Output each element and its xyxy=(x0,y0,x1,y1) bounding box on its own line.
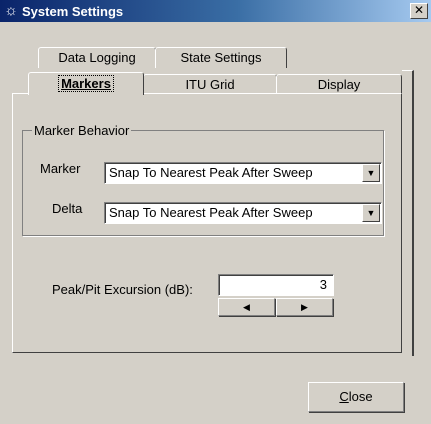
excursion-input[interactable]: 3 xyxy=(218,274,334,296)
marker-select[interactable]: Snap To Nearest Peak After Sweep ▼ xyxy=(104,162,382,184)
tab-markers[interactable]: Markers xyxy=(28,72,144,95)
tab-data-logging[interactable]: Data Logging xyxy=(38,47,156,68)
excursion-label: Peak/Pit Excursion (dB): xyxy=(52,282,193,297)
delta-label: Delta xyxy=(52,201,83,216)
tab-display-label: Display xyxy=(317,77,361,92)
chevron-down-icon[interactable]: ▼ xyxy=(362,204,380,222)
tab-itu-grid-label: ITU Grid xyxy=(185,77,235,92)
marker-label: Marker xyxy=(40,161,81,176)
tab-stack-edge xyxy=(402,70,414,356)
excursion-value: 3 xyxy=(319,277,327,292)
marker-behavior-legend: Marker Behavior xyxy=(32,123,132,138)
delta-select[interactable]: Snap To Nearest Peak After Sweep ▼ xyxy=(104,202,382,224)
tab-display[interactable]: Display xyxy=(276,74,402,95)
tab-state-settings-label: State Settings xyxy=(180,50,262,65)
tab-itu-grid[interactable]: ITU Grid xyxy=(143,74,277,95)
increment-button[interactable]: ▶ xyxy=(276,298,333,316)
marker-select-value: Snap To Nearest Peak After Sweep xyxy=(109,165,313,180)
delta-select-value: Snap To Nearest Peak After Sweep xyxy=(109,205,313,220)
close-button-label: lose xyxy=(348,389,373,404)
arrow-right-icon: ▶ xyxy=(301,302,308,312)
close-button[interactable]: Close xyxy=(308,382,404,412)
decrement-button[interactable]: ◀ xyxy=(218,298,275,316)
tab-data-logging-label: Data Logging xyxy=(58,50,136,65)
title-bar: ☼ System Settings ✕ xyxy=(0,0,431,22)
close-button-mnemonic: C xyxy=(339,389,349,404)
window-title: System Settings xyxy=(22,4,124,19)
arrow-left-icon: ◀ xyxy=(243,302,250,312)
sun-gear-icon: ☼ xyxy=(4,2,18,19)
tab-markers-label: Markers xyxy=(58,75,114,92)
tab-state-settings[interactable]: State Settings xyxy=(155,47,287,68)
chevron-down-icon[interactable]: ▼ xyxy=(362,164,380,182)
window-close-button[interactable]: ✕ xyxy=(410,3,428,19)
